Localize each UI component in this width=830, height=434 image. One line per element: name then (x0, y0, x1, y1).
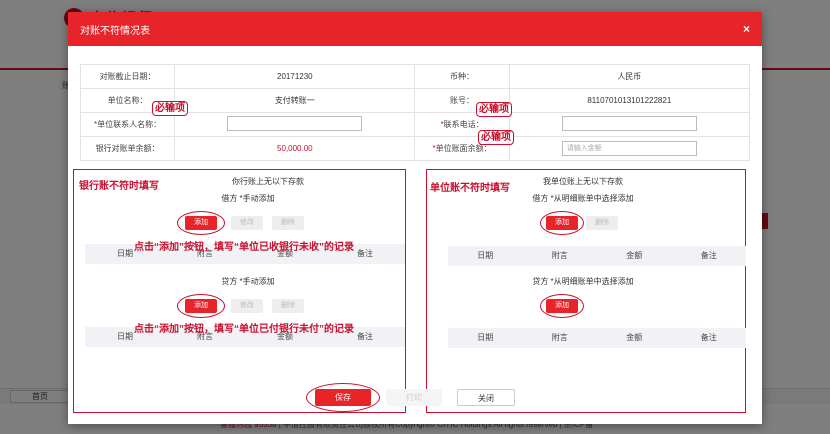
currency-value: 人民币 (508, 64, 751, 89)
modal-header: 对账不符情况表 × (68, 12, 762, 46)
left-credit-instruction: 点击“添加”按钮，填写“单位已付银行未付”的记录 (134, 324, 354, 335)
left-credit-label: 贷方 *手动添加 (221, 277, 275, 286)
currency-label: 币种： (414, 64, 510, 89)
col-date: 日期 (477, 251, 494, 260)
bank-mismatch-panel (73, 169, 406, 413)
right-credit-grid-header: 日期 附言 金额 备注 (448, 328, 746, 348)
add-button-highlight (540, 294, 584, 318)
add-button-highlight (540, 211, 584, 235)
unit-mismatch-subtitle: 我单位账上无以下存款 (543, 177, 623, 186)
required-callout: 必输项 (152, 101, 188, 116)
contact-name-cell (174, 112, 416, 137)
col-amount: 金额 (626, 333, 643, 342)
col-note: 附言 (551, 251, 568, 260)
right-debit-grid-header: 日期 附言 金额 备注 (448, 246, 746, 266)
required-callout: 必输项 (478, 130, 514, 145)
col-amount: 金额 (626, 251, 643, 260)
reconciliation-modal: 对账不符情况表 × 对账截止日期： 20171230 币种： 人民币 单位名称：… (68, 12, 762, 424)
bank-balance-label: 银行对账单余额： (79, 136, 176, 161)
cutoff-date-value: 20171230 (174, 64, 416, 89)
required-callout: 必输项 (476, 102, 512, 117)
right-debit-delete-button[interactable]: 删除 (586, 216, 618, 230)
account-value: 8110701013101222821 (508, 88, 751, 113)
print-button[interactable]: 打印 (386, 389, 442, 406)
col-date: 日期 (477, 333, 494, 342)
right-debit-label: 借方 *从明细账单中选择添加 (532, 194, 634, 203)
close-button[interactable]: 关闭 (457, 389, 515, 406)
modal-title: 对账不符情况表 (80, 25, 150, 37)
col-remark: 备注 (700, 251, 717, 260)
phone-input[interactable] (561, 116, 697, 131)
unit-balance-cell: 请输入金额 (508, 136, 751, 161)
cutoff-date-label: 对账截止日期： (79, 64, 176, 89)
phone-text: 联系电话： (443, 120, 484, 129)
phone-cell (508, 112, 751, 137)
unit-balance-text: 单位账面余额： (435, 144, 492, 153)
col-remark: 备注 (700, 333, 717, 342)
left-debit-instruction: 点击“添加”按钮，填写“单位已收银行未收”的记录 (134, 242, 354, 253)
add-button-highlight (177, 211, 225, 235)
close-icon[interactable]: × (743, 22, 750, 36)
col-note: 附言 (551, 333, 568, 342)
left-debit-label: 借方 *手动添加 (221, 194, 275, 203)
right-credit-label: 贷方 *从明细账单中选择添加 (532, 277, 634, 286)
left-debit-delete-button[interactable]: 删除 (272, 216, 304, 230)
bank-mismatch-title: 银行账不符时填写 (79, 181, 159, 192)
contact-name-input[interactable] (227, 116, 363, 131)
left-credit-delete-button[interactable]: 删除 (272, 299, 304, 313)
bank-mismatch-subtitle: 你行账上无以下存款 (232, 177, 304, 186)
unit-name-value: 支付转账一 (174, 88, 416, 113)
add-button-highlight (177, 294, 225, 318)
unit-mismatch-panel (426, 169, 746, 413)
bank-balance-value: 50,000.00 (174, 136, 416, 161)
contact-name-text: 单位联系人名称： (97, 120, 162, 129)
save-button-highlight (306, 383, 380, 412)
contact-name-label: *单位联系人名称： (79, 112, 176, 137)
left-debit-edit-button[interactable]: 修改 (231, 216, 263, 230)
left-credit-edit-button[interactable]: 修改 (231, 299, 263, 313)
unit-balance-input[interactable]: 请输入金额 (561, 141, 697, 156)
